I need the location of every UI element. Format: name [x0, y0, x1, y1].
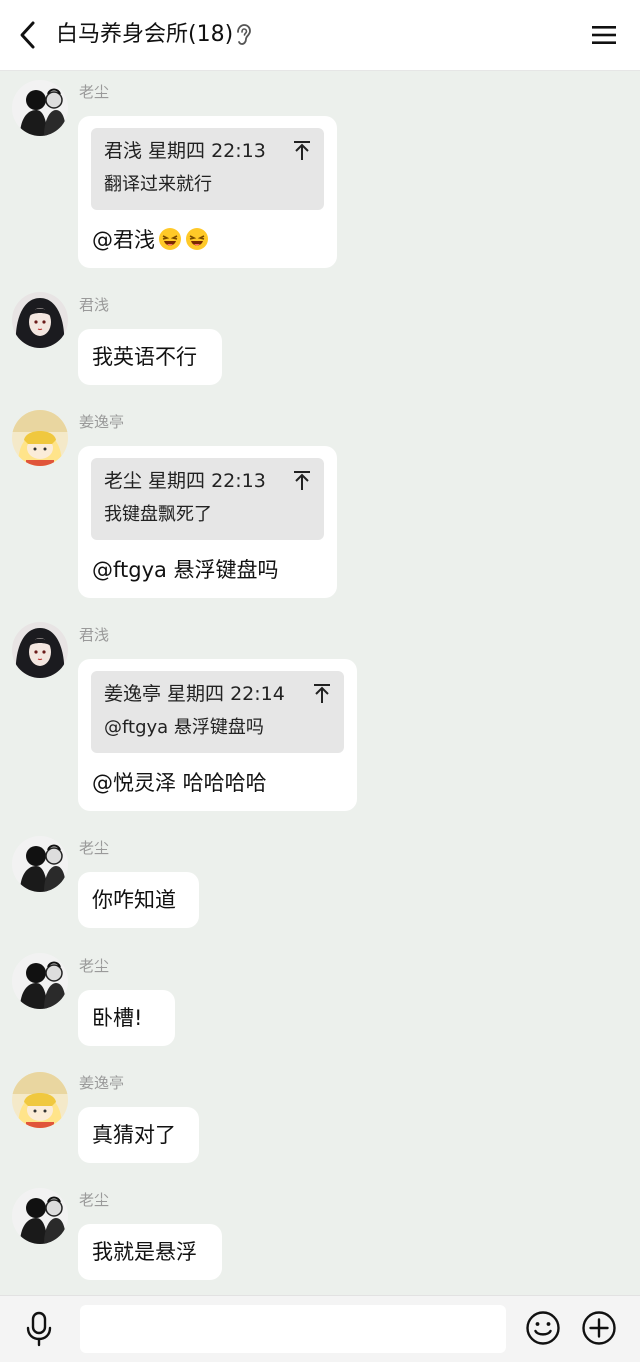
- microphone-icon: [26, 1311, 52, 1347]
- sender-name: 老尘: [79, 1191, 110, 1209]
- quote-body: 翻译过来就行: [104, 174, 212, 195]
- sender-name: 姜逸亭: [79, 1074, 125, 1092]
- message-text: @ftgya 悬浮键盘吗: [92, 558, 279, 582]
- avatar[interactable]: [12, 836, 68, 892]
- avatar[interactable]: [12, 953, 68, 1009]
- chevron-left-icon: [20, 21, 35, 49]
- quote-body: @ftgya 悬浮键盘吗: [104, 717, 264, 738]
- quoted-message[interactable]: 老尘 星期四 22:13 我键盘飘死了: [91, 458, 324, 540]
- message-bubble[interactable]: 君浅 星期四 22:13 翻译过来就行 @君浅: [78, 116, 337, 268]
- message-text: @君浅: [92, 225, 209, 259]
- jump-to-original-icon[interactable]: [312, 683, 332, 705]
- message-bubble[interactable]: 我就是悬浮: [78, 1224, 222, 1280]
- chat-title: 白马养身会所(18): [56, 22, 234, 47]
- message-bubble[interactable]: 我英语不行: [78, 329, 222, 385]
- sender-name: 姜逸亭: [79, 413, 125, 431]
- message-text: @悦灵泽 哈哈哈哈: [92, 771, 267, 795]
- message-text: 真猜对了: [92, 1123, 176, 1147]
- avatar[interactable]: [12, 1072, 68, 1128]
- smiley-icon: [526, 1311, 560, 1345]
- message-bubble[interactable]: 卧槽!: [78, 990, 175, 1046]
- message-text: 你咋知道: [92, 888, 176, 912]
- quote-header: 姜逸亭 星期四 22:14: [104, 683, 285, 705]
- voice-button[interactable]: [20, 1310, 58, 1348]
- quote-body: 我键盘飘死了: [104, 504, 212, 525]
- avatar[interactable]: [12, 1188, 68, 1244]
- ear-icon: [232, 23, 254, 47]
- avatar[interactable]: [12, 410, 68, 466]
- input-bar: [0, 1295, 640, 1362]
- avatar[interactable]: [12, 80, 68, 136]
- avatar[interactable]: [12, 292, 68, 348]
- jump-to-original-icon[interactable]: [292, 470, 312, 492]
- back-button[interactable]: [10, 17, 46, 53]
- message-text: 我就是悬浮: [92, 1240, 197, 1264]
- sender-name: 君浅: [79, 626, 110, 644]
- quote-header: 君浅 星期四 22:13: [104, 140, 266, 162]
- message-bubble[interactable]: 老尘 星期四 22:13 我键盘飘死了 @ftgya 悬浮键盘吗: [78, 446, 337, 598]
- message-input[interactable]: [80, 1305, 506, 1353]
- message-text: 我英语不行: [92, 345, 197, 369]
- sender-name: 老尘: [79, 839, 110, 857]
- emoji-button[interactable]: [524, 1309, 562, 1347]
- menu-button[interactable]: [588, 20, 620, 50]
- avatar[interactable]: [12, 622, 68, 678]
- sender-name: 老尘: [79, 957, 110, 975]
- chat-header: 白马养身会所(18): [0, 0, 640, 71]
- quoted-message[interactable]: 姜逸亭 星期四 22:14 @ftgya 悬浮键盘吗: [91, 671, 344, 753]
- laughing-emoji-icon: [185, 227, 209, 259]
- message-bubble[interactable]: 你咋知道: [78, 872, 199, 928]
- plus-circle-icon: [582, 1311, 616, 1345]
- jump-to-original-icon[interactable]: [292, 140, 312, 162]
- sender-name: 君浅: [79, 296, 110, 314]
- quoted-message[interactable]: 君浅 星期四 22:13 翻译过来就行: [91, 128, 324, 210]
- message-bubble[interactable]: 真猜对了: [78, 1107, 199, 1163]
- message-text-content: @君浅: [92, 228, 155, 252]
- message-text: 卧槽!: [92, 1006, 143, 1030]
- quote-header: 老尘 星期四 22:13: [104, 470, 266, 492]
- hamburger-menu-icon: [592, 26, 616, 44]
- laughing-emoji-icon: [158, 227, 182, 259]
- more-options-button[interactable]: [580, 1309, 618, 1347]
- sender-name: 老尘: [79, 83, 110, 101]
- message-bubble[interactable]: 姜逸亭 星期四 22:14 @ftgya 悬浮键盘吗 @悦灵泽 哈哈哈哈: [78, 659, 357, 811]
